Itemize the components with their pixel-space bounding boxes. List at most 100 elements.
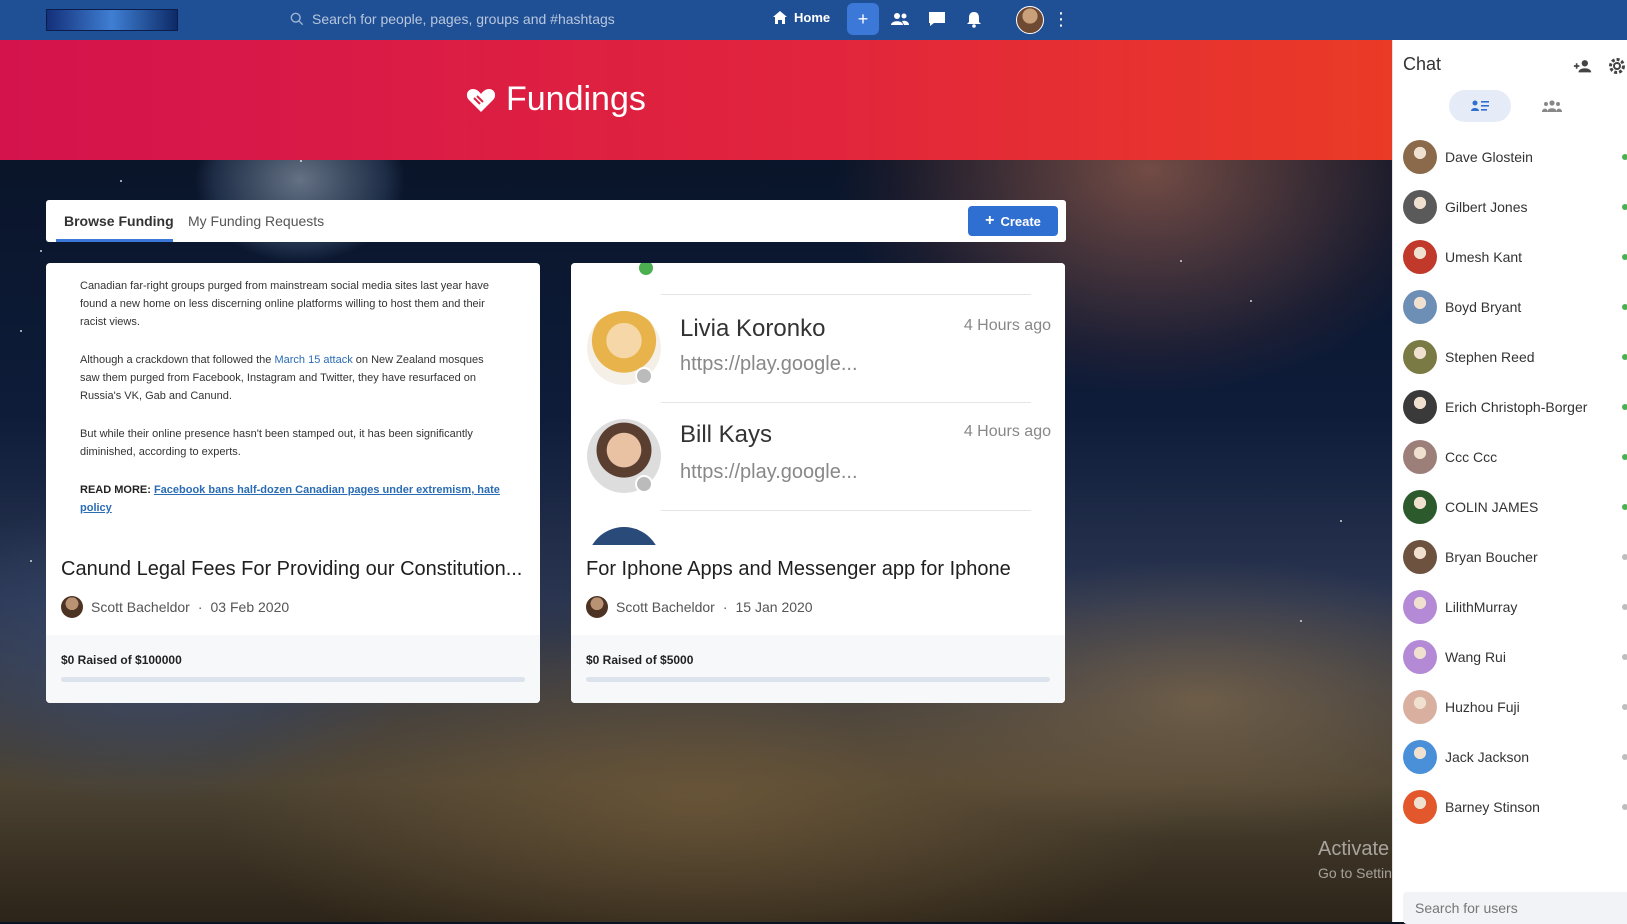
funding-card-meta: Scott Bacheldor · 03 Feb 2020: [61, 596, 289, 618]
add-user-icon[interactable]: [1573, 56, 1593, 76]
funding-progress-bar: [61, 677, 525, 682]
more-menu-icon[interactable]: ⋮: [1052, 8, 1070, 30]
chat-user-avatar: [1403, 340, 1437, 374]
divider: [661, 510, 1031, 511]
nav-home-label: Home: [794, 10, 831, 25]
chat-user-item[interactable]: Gilbert Jones: [1393, 182, 1627, 232]
funding-progress-bar: [586, 677, 1050, 682]
background-star: [120, 180, 122, 182]
contact-name: Bill Kays: [680, 421, 773, 448]
author-avatar[interactable]: [586, 596, 608, 618]
chat-tabs: [1449, 90, 1583, 122]
offline-status-dot: [1622, 804, 1627, 810]
author-avatar[interactable]: [61, 596, 83, 618]
chat-user-name: Wang Rui: [1445, 649, 1506, 665]
chat-user-item[interactable]: Wang Rui: [1393, 632, 1627, 682]
chat-user-name: Ccc Ccc: [1445, 449, 1498, 465]
online-status-dot: [1622, 254, 1627, 260]
message-time: 4 Hours ago: [963, 317, 1051, 334]
messages-button[interactable]: [921, 3, 953, 35]
chat-user-item[interactable]: Huzhou Fuji: [1393, 682, 1627, 732]
user-avatar[interactable]: [1016, 6, 1044, 34]
online-status-dot: [1622, 504, 1627, 510]
funding-card-title[interactable]: Canund Legal Fees For Providing our Cons…: [61, 558, 531, 581]
site-logo[interactable]: [46, 9, 178, 31]
author-name[interactable]: Scott Bacheldor: [91, 599, 190, 615]
chat-user-item[interactable]: Stephen Reed: [1393, 332, 1627, 382]
chat-user-avatar: [1403, 540, 1437, 574]
tab-contacts[interactable]: [1449, 90, 1511, 122]
home-icon: [773, 11, 787, 24]
offline-status-dot: [1622, 604, 1627, 610]
article-paragraph: Although a crackdown that followed the M…: [80, 351, 506, 405]
chat-user-item[interactable]: Umesh Kant: [1393, 232, 1627, 282]
create-funding-button[interactable]: + Create: [968, 206, 1058, 236]
meta-separator: ·: [722, 599, 728, 615]
chat-search-input[interactable]: [1403, 892, 1627, 924]
chat-user-name: Bryan Boucher: [1445, 549, 1538, 565]
online-status-dot: [1622, 204, 1627, 210]
page-title-text: Fundings: [506, 80, 646, 118]
chat-user-name: Jack Jackson: [1445, 749, 1530, 765]
plus-icon: +: [857, 8, 869, 29]
funding-progress-area: $0 Raised of $5000: [571, 635, 1065, 703]
online-status-dot: [1622, 354, 1627, 360]
tab-groups[interactable]: [1521, 90, 1583, 122]
create-plus-button[interactable]: +: [847, 3, 879, 35]
chat-user-item[interactable]: Ccc Ccc: [1393, 432, 1627, 482]
chat-user-item[interactable]: LilithMurray: [1393, 582, 1627, 632]
chat-user-name: Erich Christoph-Borger: [1445, 399, 1588, 415]
chat-user-name: Boyd Bryant: [1445, 299, 1522, 315]
read-more-label: READ MORE:: [80, 484, 151, 496]
funding-card[interactable]: Canadian far-right groups purged from ma…: [46, 263, 540, 703]
background-star: [1300, 620, 1302, 622]
group-icon: [1542, 100, 1562, 112]
nav-home-link[interactable]: Home: [772, 10, 830, 25]
background-star: [1250, 300, 1252, 302]
chat-user-avatar: [1403, 290, 1437, 324]
tab-browse-funding[interactable]: Browse Funding: [64, 213, 174, 229]
author-name[interactable]: Scott Bacheldor: [616, 599, 715, 615]
message-icon: [929, 12, 945, 26]
raised-amount: $0 Raised of $5000: [586, 653, 694, 667]
offline-status-dot: [1622, 654, 1627, 660]
chat-user-item[interactable]: COLIN JAMES: [1393, 482, 1627, 532]
article-read-more: READ MORE: Facebook bans half-dozen Cana…: [80, 481, 506, 517]
chat-user-avatar: [1403, 390, 1437, 424]
post-date: 15 Jan 2020: [735, 599, 813, 615]
post-date: 03 Feb 2020: [210, 599, 290, 615]
notifications-button[interactable]: [958, 3, 990, 35]
chat-user-name: Stephen Reed: [1445, 349, 1535, 365]
chat-user-avatar: [1403, 790, 1437, 824]
online-status-dot: [1622, 154, 1627, 160]
top-navigation-bar: Home + ⋮: [0, 0, 1627, 40]
chat-user-item[interactable]: Erich Christoph-Borger: [1393, 382, 1627, 432]
funding-card-title[interactable]: For Iphone Apps and Messenger app for Ip…: [586, 558, 1056, 581]
chat-user-name: COLIN JAMES: [1445, 499, 1539, 515]
chat-user-avatar: [1403, 690, 1437, 724]
offline-status-dot: [1622, 754, 1627, 760]
background-star: [1340, 520, 1342, 522]
chat-user-item[interactable]: Jack Jackson: [1393, 732, 1627, 782]
raised-amount: $0 Raised of $100000: [61, 653, 182, 667]
search-box: [290, 10, 654, 28]
chat-user-item[interactable]: Boyd Bryant: [1393, 282, 1627, 332]
search-input[interactable]: [310, 10, 654, 28]
chat-user-item[interactable]: Barney Stinson: [1393, 782, 1627, 832]
chat-user-item[interactable]: Dave Glostein: [1393, 132, 1627, 182]
active-tab-indicator: [56, 239, 173, 242]
chat-user-name: LilithMurray: [1445, 599, 1518, 615]
background-star: [30, 560, 32, 562]
chat-user-item[interactable]: Bryan Boucher: [1393, 532, 1627, 582]
friends-button[interactable]: [884, 3, 916, 35]
chat-user-name: Dave Glostein: [1445, 149, 1533, 165]
chat-sidebar: Chat Dave Glostein Gilbert Jones Umesh Kan…: [1392, 40, 1627, 924]
message-preview: https://play.google...: [680, 353, 858, 375]
gear-icon[interactable]: [1607, 56, 1627, 76]
chat-user-name: Umesh Kant: [1445, 249, 1523, 265]
tab-my-funding-requests[interactable]: My Funding Requests: [188, 213, 324, 229]
offline-status-dot: [1622, 704, 1627, 710]
chat-user-avatar: [1403, 640, 1437, 674]
funding-card[interactable]: Livia Koronko https://play.google... 4 H…: [571, 263, 1065, 703]
create-button-label: Create: [1000, 213, 1041, 229]
